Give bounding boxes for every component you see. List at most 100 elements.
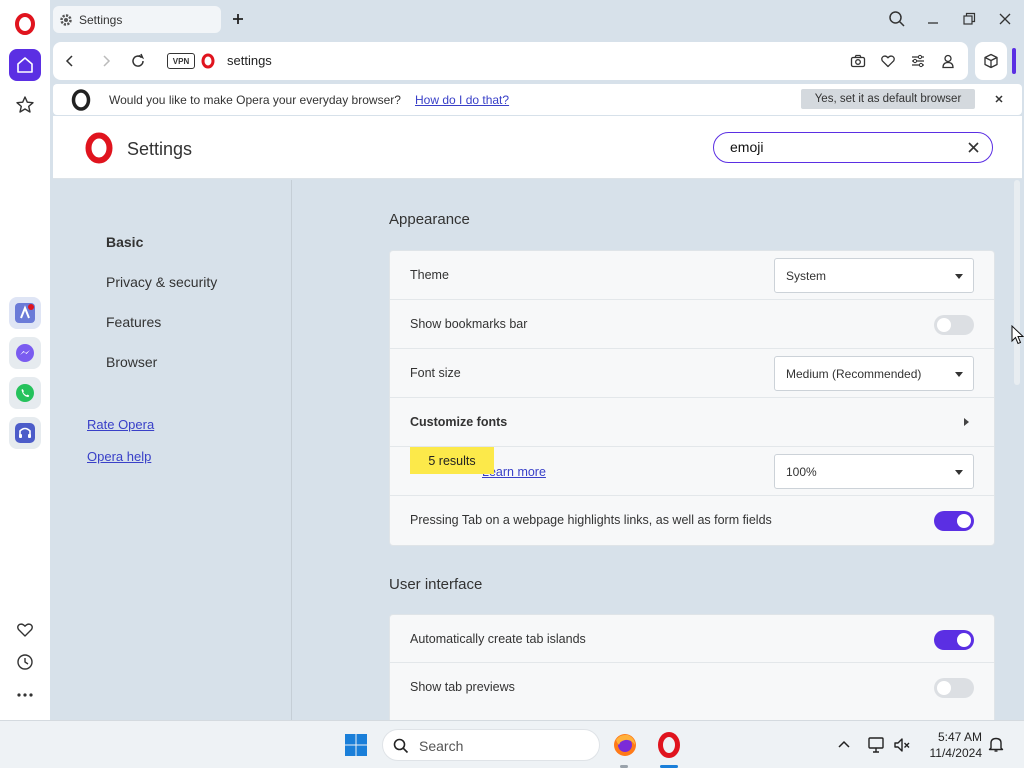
infobar-message: Would you like to make Opera your everyd… <box>109 93 401 107</box>
vpn-badge[interactable]: VPN <box>167 53 195 69</box>
font-size-row: Font size Medium (Recommended) <box>390 349 994 398</box>
bookmarks-bar-label: Show bookmarks bar <box>410 317 528 331</box>
extensions-cube-icon[interactable] <box>975 42 1007 80</box>
tab-previews-row: Show tab previews <box>390 663 994 711</box>
new-tab-plus-icon[interactable] <box>230 11 246 27</box>
address-input[interactable]: settings <box>227 53 272 68</box>
search-icon <box>393 738 409 754</box>
user-interface-section-title: User interface <box>389 576 483 593</box>
theme-label: Theme <box>410 268 449 282</box>
mouse-cursor-icon <box>1011 325 1024 345</box>
notifications-bell-icon[interactable] <box>987 735 1005 753</box>
close-icon[interactable] <box>993 93 1005 105</box>
tab-search-icon[interactable] <box>888 10 906 28</box>
rate-opera-link[interactable]: Rate Opera <box>87 417 154 432</box>
close-window-icon[interactable] <box>996 10 1014 28</box>
forward-icon[interactable] <box>98 53 114 69</box>
windows-start-icon[interactable] <box>342 731 370 759</box>
whatsapp-icon[interactable] <box>9 377 41 409</box>
tab-highlight-row: Pressing Tab on a webpage highlights lin… <box>390 496 994 545</box>
opera-site-icon <box>200 53 216 69</box>
appearance-card: Theme System Show bookmarks bar Font siz… <box>389 250 995 546</box>
theme-select[interactable]: System <box>774 258 974 293</box>
chevron-down-icon <box>955 470 963 475</box>
taskbar-search-placeholder: Search <box>419 738 464 754</box>
page-zoom-row: Learn more 5 results 100% <box>390 447 994 496</box>
tab-settings[interactable]: Settings <box>53 6 221 33</box>
network-icon[interactable] <box>866 735 886 755</box>
minimize-icon[interactable] <box>924 10 942 28</box>
settings-search-input[interactable] <box>730 139 950 155</box>
history-clock-icon[interactable] <box>9 646 41 678</box>
nav-features[interactable]: Features <box>106 314 161 330</box>
easy-setup-icon[interactable] <box>910 53 926 69</box>
tab-highlight-toggle[interactable] <box>934 511 974 531</box>
settings-body: Basic Privacy & security Features Browse… <box>53 180 1022 720</box>
font-size-value: Medium (Recommended) <box>786 366 922 381</box>
page-zoom-value: 100% <box>786 464 817 479</box>
home-icon[interactable] <box>9 49 41 81</box>
reload-icon[interactable] <box>130 53 146 69</box>
tab-title: Settings <box>79 12 123 27</box>
how-do-i-link[interactable]: How do I do that? <box>415 93 509 107</box>
sidebar-accent-bar <box>1012 48 1016 74</box>
set-default-button[interactable]: Yes, set it as default browser <box>801 89 975 109</box>
customize-fonts-row[interactable]: Customize fonts <box>390 398 994 447</box>
opera-help-link[interactable]: Opera help <box>87 449 151 464</box>
user-interface-card: Automatically create tab islands Show ta… <box>389 614 995 720</box>
nav-browser[interactable]: Browser <box>106 354 157 370</box>
default-browser-infobar: Would you like to make Opera your everyd… <box>53 84 1022 115</box>
taskbar-clock[interactable]: 5:47 AM 11/4/2024 <box>918 729 983 761</box>
address-bar: VPN settings <box>53 42 968 80</box>
opera-sidebar <box>0 0 50 720</box>
customize-fonts-label: Customize fonts <box>410 415 508 429</box>
settings-search-box <box>713 132 993 163</box>
tab-islands-row: Automatically create tab islands <box>390 615 994 663</box>
clear-search-icon[interactable] <box>967 141 980 154</box>
bookmarks-star-icon[interactable] <box>9 89 41 121</box>
aria-ai-icon[interactable] <box>9 297 41 329</box>
restore-icon[interactable] <box>960 10 978 28</box>
nav-basic[interactable]: Basic <box>106 234 143 250</box>
page-zoom-select[interactable]: 100% <box>774 454 974 489</box>
opera-o-icon <box>69 88 93 112</box>
tab-previews-label: Show tab previews <box>410 680 515 694</box>
volume-muted-icon[interactable] <box>892 735 912 755</box>
opera-taskbar-icon[interactable] <box>655 731 683 759</box>
settings-nav: Basic Privacy & security Features Browse… <box>53 180 292 720</box>
font-size-select[interactable]: Medium (Recommended) <box>774 356 974 391</box>
tab-islands-label: Automatically create tab islands <box>410 632 586 646</box>
chevron-up-icon[interactable] <box>835 735 853 753</box>
taskbar-search[interactable]: Search <box>382 729 600 761</box>
opera-logo <box>83 132 115 164</box>
chevron-right-icon <box>964 418 969 426</box>
favorites-heart-icon[interactable] <box>9 614 41 646</box>
theme-row: Theme System <box>390 251 994 300</box>
clock-date: 11/4/2024 <box>929 746 983 760</box>
tab-highlight-label: Pressing Tab on a webpage highlights lin… <box>410 513 772 527</box>
nav-privacy-security[interactable]: Privacy & security <box>106 274 217 290</box>
opera-menu-icon[interactable] <box>13 12 37 36</box>
firefox-icon[interactable] <box>611 731 639 759</box>
appearance-section-title: Appearance <box>389 211 470 228</box>
settings-header: Settings <box>53 116 1022 179</box>
messenger-icon[interactable] <box>9 337 41 369</box>
tab-islands-toggle[interactable] <box>934 630 974 650</box>
search-results-badge: 5 results <box>410 447 494 474</box>
bookmark-heart-icon[interactable] <box>880 53 896 69</box>
font-size-label: Font size <box>410 366 461 380</box>
music-player-icon[interactable] <box>9 417 41 449</box>
page-scrollbar[interactable] <box>1014 180 1020 385</box>
back-icon[interactable] <box>62 53 78 69</box>
page-title: Settings <box>127 139 193 159</box>
more-options-icon[interactable] <box>9 679 41 711</box>
tab-previews-toggle[interactable] <box>934 678 974 698</box>
windows-taskbar: Search 5:47 AM 11/4/2024 <box>0 720 1024 768</box>
chevron-down-icon <box>955 274 963 279</box>
gear-icon <box>59 13 73 27</box>
clock-time: 5:47 AM <box>937 730 982 744</box>
profile-icon[interactable] <box>940 53 956 69</box>
theme-value: System <box>786 268 827 283</box>
bookmarks-bar-toggle[interactable] <box>934 315 974 335</box>
snapshot-camera-icon[interactable] <box>850 53 866 69</box>
